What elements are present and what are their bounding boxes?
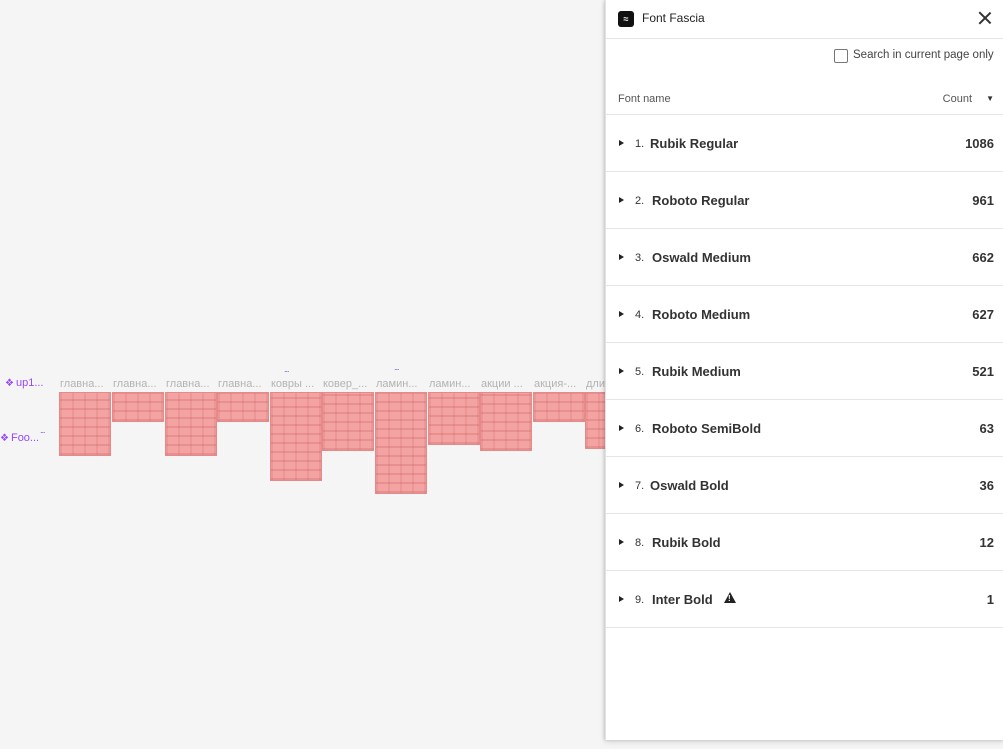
page-frame-thumbnail[interactable] — [480, 392, 532, 451]
font-row[interactable]: 5. Rubik Medium 521 — [606, 343, 1003, 400]
expand-triangle-icon[interactable] — [619, 425, 624, 431]
font-index: 6. — [635, 423, 645, 435]
table-header: Font name Count ▼ — [606, 92, 1003, 115]
page-frame-thumbnail[interactable] — [533, 392, 585, 422]
font-count: 1 — [986, 592, 994, 607]
expand-triangle-icon[interactable] — [619, 140, 624, 146]
font-row[interactable]: 1. Rubik Regular 1086 — [606, 115, 1003, 172]
font-name: Roboto Regular — [652, 193, 750, 208]
component-dots: ... — [40, 425, 45, 435]
expand-triangle-icon[interactable] — [619, 596, 624, 602]
font-index: 5. — [635, 366, 645, 378]
component-icon: ❖ — [0, 433, 9, 444]
page-frame-thumbnail[interactable] — [217, 392, 269, 422]
sort-dropdown-icon[interactable]: ▼ — [986, 94, 994, 103]
page-frame-thumbnail[interactable] — [585, 392, 605, 449]
font-name: Rubik Regular — [650, 136, 739, 151]
frame-label[interactable]: ламин... — [429, 378, 477, 390]
font-count: 36 — [979, 478, 994, 493]
frame-label[interactable]: ламин... — [376, 378, 424, 390]
frame-label[interactable]: главна... — [166, 378, 214, 390]
component-up1[interactable]: ❖ up1... — [5, 377, 44, 389]
font-index: 2. — [635, 195, 645, 207]
font-name: Roboto Medium — [652, 307, 751, 322]
close-icon[interactable] — [976, 9, 994, 27]
count-column-header[interactable]: Count — [943, 93, 972, 105]
frame-label[interactable]: ковры ... — [271, 378, 319, 390]
page-frame-thumbnail[interactable] — [59, 392, 111, 456]
page-frame-thumbnail[interactable] — [112, 392, 164, 422]
expand-triangle-icon[interactable] — [619, 368, 624, 374]
frame-label[interactable]: акция-... — [534, 378, 582, 390]
expand-triangle-icon[interactable] — [619, 311, 624, 317]
frame-label[interactable]: главна... — [113, 378, 161, 390]
component-footer[interactable]: ❖ Foo... — [0, 432, 39, 444]
panel-header: ≈ Font Fascia — [606, 0, 1003, 39]
font-count: 63 — [979, 421, 994, 436]
font-list: 1. Rubik Regular 1086 2. Roboto Regular … — [606, 115, 1003, 628]
font-row[interactable]: 3. Oswald Medium 662 — [606, 229, 1003, 286]
font-name: Oswald Medium — [652, 250, 751, 265]
font-index: 9. — [635, 594, 645, 606]
font-count: 961 — [972, 193, 994, 208]
expand-triangle-icon[interactable] — [619, 482, 624, 488]
font-index: 3. — [635, 252, 645, 264]
font-index: 1. — [635, 138, 645, 150]
font-row[interactable]: 6. Roboto SemiBold 63 — [606, 400, 1003, 457]
expand-triangle-icon[interactable] — [619, 197, 624, 203]
page-frame-thumbnail[interactable] — [270, 392, 322, 481]
frame-label[interactable]: ковер_... — [323, 378, 371, 390]
frame-label[interactable]: дли... — [586, 378, 605, 390]
design-canvas[interactable]: ❖ up1... ❖ Foo... ... главна... главна... … — [0, 0, 605, 749]
font-row[interactable]: 7. Oswald Bold 36 — [606, 457, 1003, 514]
font-name: Inter Bold — [652, 592, 713, 607]
expand-triangle-icon[interactable] — [619, 254, 624, 260]
frame-dots: ... — [284, 364, 289, 374]
font-name: Rubik Medium — [652, 364, 741, 379]
font-count: 12 — [979, 535, 994, 550]
search-current-page-label[interactable]: Search in current page only — [853, 49, 994, 61]
warning-icon[interactable] — [724, 592, 736, 603]
font-count: 521 — [972, 364, 994, 379]
component-icon: ❖ — [5, 378, 14, 389]
page-frame-thumbnail[interactable] — [165, 392, 217, 456]
page-frame-thumbnail[interactable] — [375, 392, 427, 494]
font-count: 627 — [972, 307, 994, 322]
font-row[interactable]: 8. Rubik Bold 12 — [606, 514, 1003, 571]
font-name: Oswald Bold — [650, 478, 729, 493]
font-count: 1086 — [965, 136, 994, 151]
font-row[interactable]: 2. Roboto Regular 961 — [606, 172, 1003, 229]
frame-label[interactable]: акции ... — [481, 378, 529, 390]
font-index: 7. — [635, 480, 645, 492]
search-current-page-checkbox[interactable] — [834, 49, 848, 63]
font-name: Roboto SemiBold — [652, 421, 762, 436]
font-index: 4. — [635, 309, 645, 321]
frame-label[interactable]: главна... — [60, 378, 108, 390]
frame-label[interactable]: главна... — [218, 378, 266, 390]
fascia-logo-icon: ≈ — [618, 11, 634, 27]
page-frame-thumbnail[interactable] — [322, 392, 374, 451]
page-frame-thumbnail[interactable] — [428, 392, 480, 445]
expand-triangle-icon[interactable] — [619, 539, 624, 545]
frame-dots: ... — [394, 362, 399, 372]
font-index: 8. — [635, 537, 645, 549]
font-name-column-header: Font name — [618, 93, 671, 105]
font-row[interactable]: 9. Inter Bold 1 — [606, 571, 1003, 628]
font-count: 662 — [972, 250, 994, 265]
font-row[interactable]: 4. Roboto Medium 627 — [606, 286, 1003, 343]
font-fascia-panel: ≈ Font Fascia Search in current page onl… — [605, 0, 1003, 740]
panel-title: Font Fascia — [642, 11, 705, 25]
font-name: Rubik Bold — [652, 535, 721, 550]
